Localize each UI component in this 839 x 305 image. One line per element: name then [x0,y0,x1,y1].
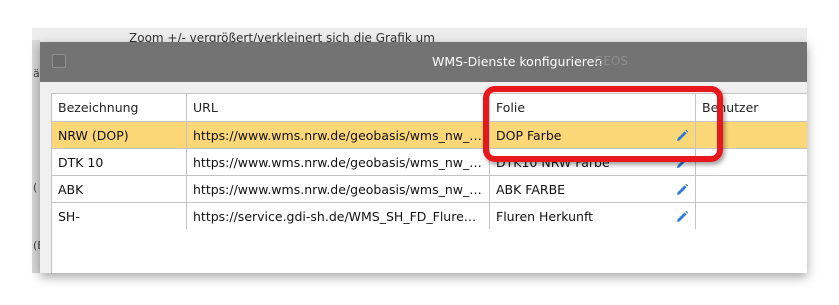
cell-bezeichnung[interactable]: SH- [51,202,187,230]
table-empty-area[interactable] [51,229,807,273]
background-letter: ä [33,67,40,80]
column-header-url[interactable]: URL [186,93,490,122]
background-letter: ( [33,181,38,194]
table-row[interactable]: SH-https://service.gdi-sh.de/WMS_SH_FD_F… [51,202,807,230]
table-row[interactable]: ABK https://www.wms.nrw.de/geobasis/wms_n… [51,175,807,203]
cell-folie[interactable]: Fluren Herkunft [489,202,696,230]
pencil-icon[interactable] [675,210,689,224]
cell-bezeichnung[interactable]: DTK 10 [51,148,187,176]
cell-url[interactable]: https://service.gdi-sh.de/WMS_SH_FD_Flur… [186,202,490,230]
cell-benutzer[interactable] [695,175,807,203]
cell-url[interactable]: https://www.wms.nrw.de/geobasis/wms_nw_d… [186,121,490,149]
folie-label: ABK FARBE [496,181,566,197]
cell-bezeichnung[interactable]: ABK [51,175,187,203]
cell-url[interactable]: https://www.wms.nrw.de/geobasis/wms_nw_a… [186,175,490,203]
cell-bezeichnung[interactable]: NRW (DOP) [51,121,187,149]
annotation-highlight-frame [483,86,723,162]
window-icon [52,54,66,68]
folie-label: Fluren Herkunft [496,208,594,224]
cell-benutzer[interactable] [695,202,807,230]
cell-folie[interactable]: ABK FARBE [489,175,696,203]
dialog-title-ghost: GEOS [594,54,628,68]
dialog-titlebar[interactable]: WMS-Dienste konfigurieren GEOS [40,42,807,82]
dialog-title: WMS-Dienste konfigurieren [432,54,603,69]
column-header-bezeichnung[interactable]: Bezeichnung [51,93,187,122]
cell-url[interactable]: https://www.wms.nrw.de/geobasis/wms_nw_d… [186,148,490,176]
pencil-icon[interactable] [675,183,689,197]
